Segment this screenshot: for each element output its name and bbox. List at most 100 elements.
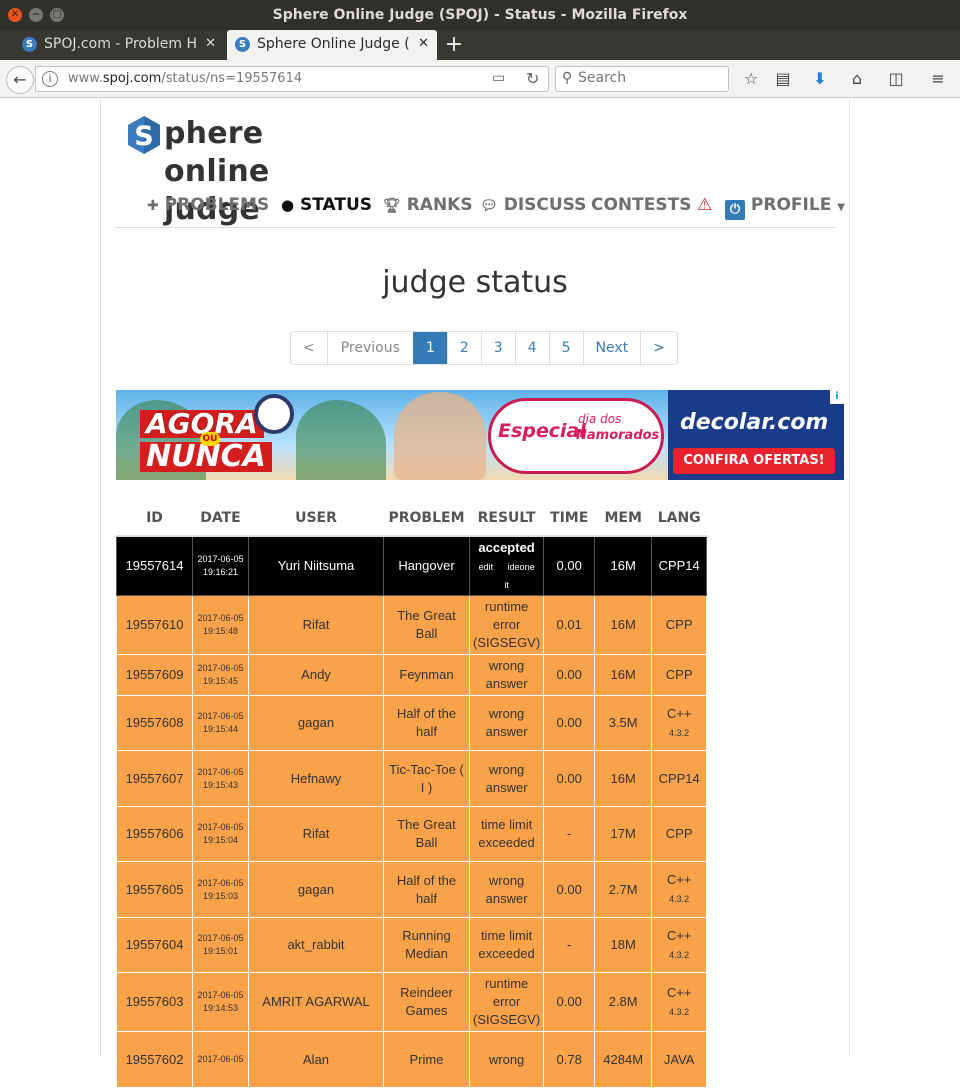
cell-user[interactable]: akt_rabbit xyxy=(248,917,384,973)
new-tab-icon[interactable]: + xyxy=(444,30,464,60)
page-1[interactable]: 1 xyxy=(412,332,447,364)
nav-label: CONTESTS xyxy=(591,195,692,215)
ad-people-photo xyxy=(394,392,486,480)
cell-mem: 16M xyxy=(594,750,653,807)
col-header-date: DATE xyxy=(192,500,249,537)
reload-icon[interactable]: ↻ xyxy=(526,69,539,88)
cell-result: time limit exceeded xyxy=(468,806,545,862)
spoj-favicon-icon: S xyxy=(235,37,250,52)
table-header-row: ID DATE USER PROBLEM RESULT TIME MEM LAN… xyxy=(116,500,707,537)
menu-icon[interactable]: ≡ xyxy=(928,69,948,89)
nav-contests[interactable]: CONTESTS xyxy=(591,193,691,217)
search-box[interactable]: ⚲ xyxy=(555,66,729,92)
pocket-icon[interactable]: ◫ xyxy=(886,69,906,89)
url-bar[interactable]: i www.spoj.com/status/ns=19557614 ▭ ↻ xyxy=(35,66,549,92)
cell-problem[interactable]: Reindeer Games xyxy=(383,972,470,1032)
ad-especial-text: Especial xyxy=(498,420,586,442)
ad-ou-badge: OU xyxy=(200,432,220,446)
edit-link[interactable]: edit xyxy=(479,562,494,572)
cell-problem[interactable]: The Great Ball xyxy=(383,806,470,862)
cell-user[interactable]: Hefnawy xyxy=(248,750,384,807)
col-header-problem: PROBLEM xyxy=(383,500,470,537)
reading-list-icon[interactable]: ▤ xyxy=(773,69,793,89)
ad-banner[interactable]: AGORA NUNCA OU Especial dia dos Namorado… xyxy=(116,390,844,480)
cell-time: 0.00 xyxy=(543,972,596,1032)
cell-time: 0.00 xyxy=(543,750,596,807)
cell-problem[interactable]: Running Median xyxy=(383,917,470,973)
bookmark-star-icon[interactable]: ☆ xyxy=(741,69,761,89)
cell-result: time limit exceeded xyxy=(468,917,545,973)
cell-problem[interactable]: The Great Ball xyxy=(383,595,470,655)
tab-label: SPOJ.com - Problem H xyxy=(44,36,197,52)
cell-lang: C++ 4.3.2 xyxy=(651,695,708,751)
spoj-hexagon-icon: S xyxy=(128,116,160,154)
reader-view-icon[interactable]: ▭ xyxy=(492,70,505,86)
table-row: 19557606 2017-06-05 19:15:04 Rifat The Gr… xyxy=(116,806,708,862)
cell-problem[interactable]: Feynman xyxy=(383,654,470,696)
nav-alert[interactable]: ⚠ xyxy=(697,193,712,217)
page-next-arrow[interactable]: > xyxy=(640,332,677,364)
minimize-window-icon[interactable]: − xyxy=(29,8,43,22)
cell-time: 0.00 xyxy=(543,695,596,751)
circle-icon: ● xyxy=(281,196,295,214)
cell-problem[interactable]: Half of the half xyxy=(383,861,470,918)
page-4[interactable]: 4 xyxy=(514,332,549,364)
cell-problem[interactable]: Half of the half xyxy=(383,695,470,751)
cell-user[interactable]: Rifat xyxy=(248,806,384,862)
cell-problem[interactable]: Hangover xyxy=(383,535,470,596)
cell-user[interactable]: AMRIT AGARWAL xyxy=(248,972,384,1032)
nav-profile[interactable]: ⏻ PROFILE ▼ xyxy=(725,193,845,220)
back-arrow-icon[interactable]: ← xyxy=(6,66,34,94)
page-next[interactable]: Next xyxy=(582,332,641,364)
cell-lang: C++ 4.3.2 xyxy=(651,917,708,973)
logo-letter: S xyxy=(134,121,153,152)
cell-date: 2017-06-05 19:15:44 xyxy=(192,695,249,751)
tab-close-icon[interactable]: ✕ xyxy=(205,30,216,58)
cell-problem[interactable]: Tic-Tac-Toe ( I ) xyxy=(383,750,470,807)
cell-user[interactable]: Alan xyxy=(248,1031,384,1088)
table-row: 19557603 2017-06-05 19:14:53 AMRIT AGARWA… xyxy=(116,972,708,1032)
page-5[interactable]: 5 xyxy=(548,332,583,364)
ideone-link[interactable]: ideone xyxy=(508,562,535,572)
cell-user[interactable]: Yuri Niitsuma xyxy=(248,535,384,596)
cell-time: 0.00 xyxy=(543,654,596,696)
cell-id: 19557602 xyxy=(116,1031,193,1088)
ideone-link-cont[interactable]: it xyxy=(504,580,509,590)
maximize-window-icon[interactable]: □ xyxy=(50,8,64,22)
spoj-favicon-icon: S xyxy=(22,37,37,52)
table-row: 19557604 2017-06-05 19:15:01 akt_rabbit R… xyxy=(116,917,708,973)
tab-spoj-status[interactable]: S Sphere Online Judge ( ✕ xyxy=(227,30,437,60)
search-input[interactable] xyxy=(578,70,718,86)
nav-problems[interactable]: ✚ PROBLEMS xyxy=(147,193,269,218)
lang-version: 4.3.2 xyxy=(669,894,690,904)
page-2[interactable]: 2 xyxy=(446,332,481,364)
col-header-lang: LANG xyxy=(651,500,707,537)
page-3[interactable]: 3 xyxy=(480,332,515,364)
cell-result: wrong answer xyxy=(468,695,545,751)
table-row: 19557609 2017-06-05 19:15:45 Andy Feynman… xyxy=(116,654,708,696)
cell-user[interactable]: gagan xyxy=(248,695,384,751)
cell-date: 2017-06-05 19:15:45 xyxy=(192,654,249,696)
tab-close-icon[interactable]: ✕ xyxy=(418,30,429,58)
tab-spoj-problem[interactable]: S SPOJ.com - Problem H ✕ xyxy=(14,30,224,60)
cell-lang: CPP xyxy=(651,595,708,655)
cell-problem[interactable]: Prime xyxy=(383,1031,470,1088)
download-icon[interactable]: ⬇ xyxy=(810,69,830,89)
close-window-icon[interactable]: ✕ xyxy=(8,8,22,22)
cell-time: - xyxy=(543,806,596,862)
ad-cta-button[interactable]: CONFIRA OFERTAS! xyxy=(673,448,835,474)
cell-result: runtime error (SIGSEGV) xyxy=(468,595,545,655)
cell-user[interactable]: gagan xyxy=(248,861,384,918)
nav-ranks[interactable]: 🏆︎ RANKS xyxy=(383,193,473,218)
info-icon[interactable]: i xyxy=(42,71,58,87)
home-icon[interactable]: ⌂ xyxy=(847,69,867,89)
nav-status[interactable]: ● STATUS xyxy=(281,193,372,217)
cell-result: wrong answer xyxy=(468,654,545,696)
page-previous[interactable]: Previous xyxy=(326,332,413,364)
cell-user[interactable]: Andy xyxy=(248,654,384,696)
nav-discuss[interactable]: 💬︎ DISCUSS xyxy=(480,193,586,218)
ad-info-icon[interactable]: i xyxy=(830,390,844,404)
cell-user[interactable]: Rifat xyxy=(248,595,384,655)
page-prev-arrow[interactable]: < xyxy=(291,332,327,364)
url-text[interactable]: www.spoj.com/status/ns=19557614 xyxy=(68,71,302,86)
